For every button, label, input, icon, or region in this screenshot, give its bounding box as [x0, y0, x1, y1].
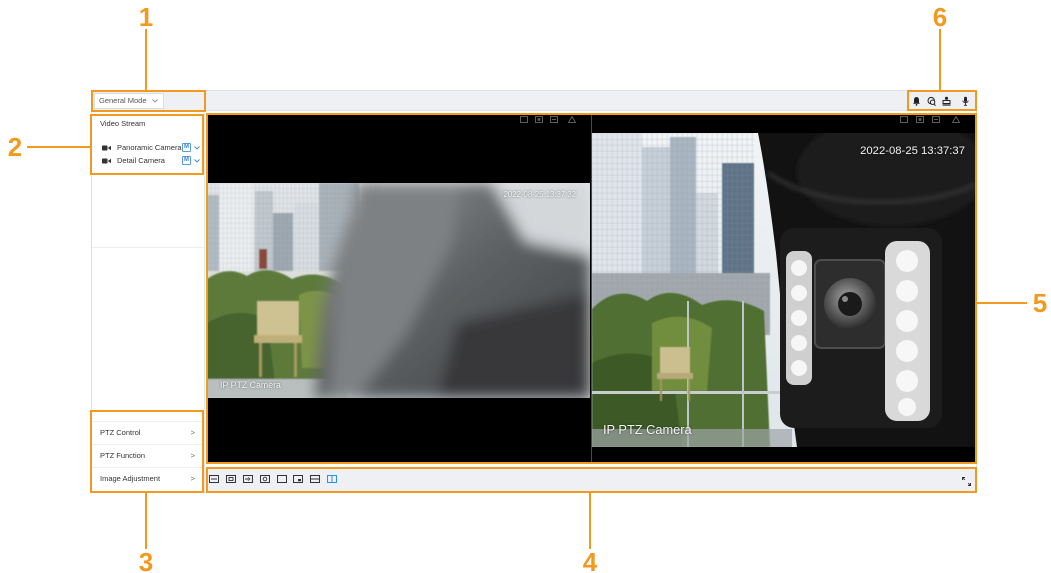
- split-vertical-icon[interactable]: [327, 475, 337, 483]
- header-bar: [92, 91, 976, 111]
- callout-number-5: 5: [1032, 288, 1048, 318]
- callout-line-3: [145, 493, 147, 549]
- single-window-icon[interactable]: [277, 475, 287, 483]
- menu-item-ptz-function[interactable]: PTZ Function >: [92, 444, 204, 467]
- window-tool-icon[interactable]: [900, 116, 908, 123]
- chevron-right-icon: >: [190, 474, 195, 483]
- camera-item-detail[interactable]: Detail Camera M: [100, 155, 203, 166]
- split-horizontal-icon[interactable]: [310, 475, 320, 483]
- detail-video-frame: [592, 133, 975, 447]
- window-tool-icon[interactable]: [550, 116, 558, 123]
- chevron-down-icon[interactable]: [194, 146, 200, 150]
- circle-arrows-icon[interactable]: [927, 96, 936, 106]
- video-window-panoramic[interactable]: 2022-08-25 13:37:32 IP PTZ Camera: [207, 114, 591, 463]
- stream-type-badge[interactable]: M: [182, 156, 191, 165]
- window-tool-icon[interactable]: [535, 116, 543, 123]
- camera-label: Panoramic Camera: [117, 143, 182, 152]
- original-size-icon[interactable]: [209, 475, 219, 483]
- callout-line-5: [977, 302, 1027, 304]
- callout-line-1: [145, 29, 147, 90]
- picture-in-picture-icon[interactable]: [293, 475, 303, 483]
- video-camera-icon: [102, 158, 111, 164]
- camera-label: Detail Camera: [117, 156, 165, 165]
- osd-channel-caption: IP PTZ Camera: [220, 380, 281, 390]
- instant-playback-icon[interactable]: [243, 475, 253, 483]
- callout-line-6: [939, 29, 941, 90]
- microphone-icon[interactable]: [961, 96, 970, 106]
- camera-item-panoramic[interactable]: Panoramic Camera M: [100, 142, 203, 153]
- digital-zoom-icon[interactable]: [226, 475, 236, 483]
- camera-housing-blur: [315, 183, 590, 398]
- callout-number-6: 6: [932, 2, 948, 32]
- chevron-down-icon: [152, 99, 158, 103]
- chevron-down-icon[interactable]: [194, 159, 200, 163]
- ir-led-right: [885, 241, 930, 421]
- callout-number-3: 3: [138, 547, 154, 573]
- callout-number-2: 2: [7, 132, 23, 162]
- osd-channel-caption: IP PTZ Camera: [603, 422, 692, 437]
- snapshot-icon[interactable]: [260, 475, 270, 483]
- sidebar-divider: [92, 247, 204, 248]
- window-tool-icon[interactable]: [568, 116, 576, 123]
- window-tool-icon[interactable]: [916, 116, 924, 123]
- stream-type-badge[interactable]: M: [182, 143, 191, 152]
- lens-housing: [814, 259, 886, 349]
- documentation-figure: General Mode Video Stream Panoramic Came…: [0, 0, 1051, 573]
- window-tool-icon[interactable]: [952, 116, 960, 123]
- video-window-detail[interactable]: 2022-08-25 13:37:37 IP PTZ Camera: [592, 114, 975, 463]
- monitor-icon[interactable]: [942, 96, 951, 106]
- menu-item-ptz-control[interactable]: PTZ Control >: [92, 421, 204, 444]
- fullscreen-icon[interactable]: [962, 477, 971, 486]
- menu-item-label: PTZ Function: [100, 451, 146, 460]
- chevron-right-icon: >: [190, 428, 195, 437]
- ir-led-left: [786, 251, 812, 385]
- menu-item-label: PTZ Control: [100, 428, 141, 437]
- osd-timestamp: 2022-08-25 13:37:32: [503, 190, 576, 199]
- chevron-right-icon: >: [190, 451, 195, 460]
- video-stream-title: Video Stream: [100, 119, 146, 128]
- window-tool-icon[interactable]: [520, 116, 528, 123]
- window-tools: [520, 116, 584, 124]
- osd-timestamp: 2022-08-25 13:37:37: [860, 145, 965, 157]
- window-tool-icon[interactable]: [932, 116, 940, 123]
- video-camera-icon: [102, 145, 111, 151]
- callout-line-4: [589, 493, 591, 549]
- mode-select-value: General Mode: [99, 96, 147, 105]
- window-tools: [900, 116, 966, 124]
- callout-number-1: 1: [138, 2, 154, 32]
- live-view-toolbar: [205, 468, 976, 492]
- menu-item-image-adjustment[interactable]: Image Adjustment >: [92, 467, 204, 490]
- menu-item-label: Image Adjustment: [100, 474, 161, 483]
- panoramic-video-frame: [207, 183, 590, 398]
- callout-number-4: 4: [582, 547, 598, 573]
- bell-icon[interactable]: [912, 96, 921, 106]
- mode-select[interactable]: General Mode: [94, 93, 164, 109]
- callout-line-2: [27, 146, 91, 148]
